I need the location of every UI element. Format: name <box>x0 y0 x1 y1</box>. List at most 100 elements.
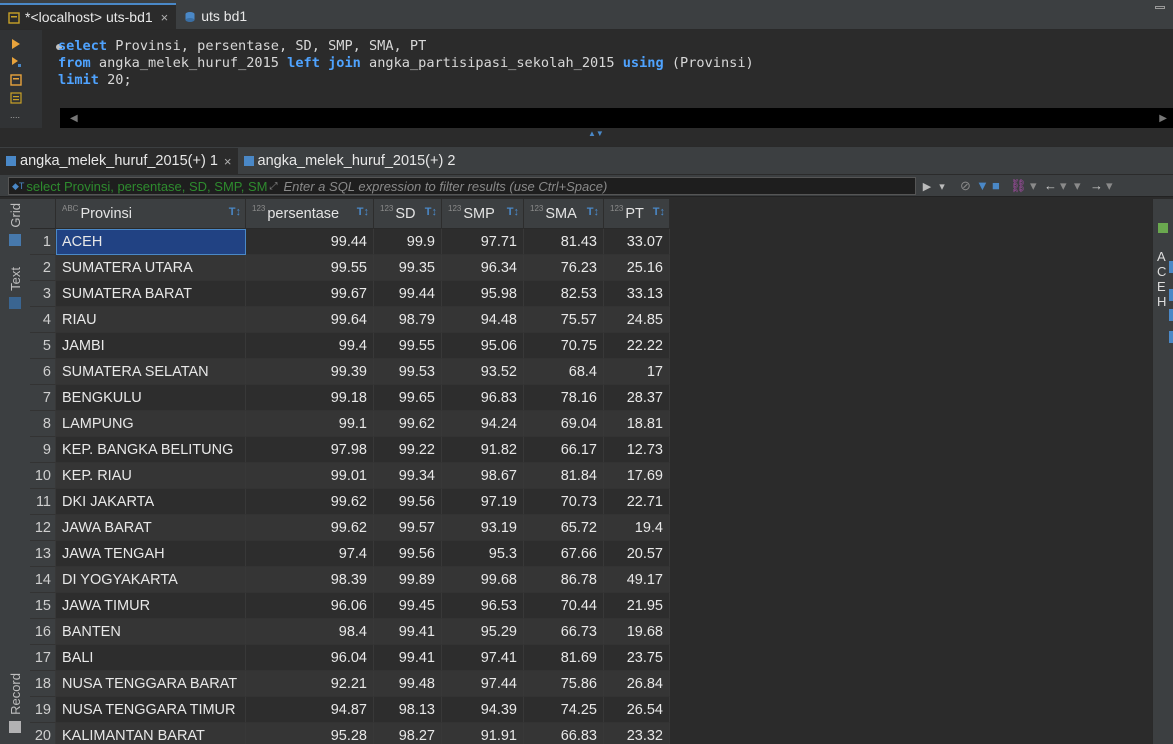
save-filter-icon[interactable]: ■ <box>992 178 1000 193</box>
cell-sd[interactable]: 98.79 <box>374 307 442 333</box>
cell-smp[interactable]: 95.3 <box>442 541 524 567</box>
column-header-persentase[interactable]: 123 persentase T↕ <box>246 199 374 229</box>
cell-provinsi[interactable]: KEP. RIAU <box>56 463 246 489</box>
cell-smp[interactable]: 99.68 <box>442 567 524 593</box>
back-icon[interactable]: ← <box>1044 178 1057 193</box>
table-row[interactable]: 1 ACEH 99.44 99.9 97.71 81.43 33.07 <box>30 229 1152 255</box>
cell-pt[interactable]: 12.73 <box>604 437 670 463</box>
link-icon[interactable]: ⛓ <box>1010 178 1027 194</box>
cell-persentase[interactable]: 99.62 <box>246 489 374 515</box>
tab-connection[interactable]: uts bd1 <box>176 3 255 29</box>
sql-code[interactable]: select Provinsi, persentase, SD, SMP, SM… <box>58 38 754 89</box>
cell-sma[interactable]: 75.57 <box>524 307 604 333</box>
cell-sd[interactable]: 99.44 <box>374 281 442 307</box>
table-row[interactable]: 7 BENGKULU 99.18 99.65 96.83 78.16 28.37 <box>30 385 1152 411</box>
forward-menu-icon[interactable]: ▾ <box>1074 178 1081 194</box>
column-header-sma[interactable]: 123 SMA T↕ <box>524 199 604 229</box>
more-menu-icon[interactable]: ▾ <box>1106 178 1113 194</box>
table-row[interactable]: 12 JAWA BARAT 99.62 99.57 93.19 65.72 19.4 <box>30 515 1152 541</box>
sql-editor[interactable]: .... select Provinsi, persentase, SD, SM… <box>0 30 1173 138</box>
tab-text[interactable]: Text <box>4 267 26 309</box>
cell-persentase[interactable]: 98.39 <box>246 567 374 593</box>
cell-pt[interactable]: 21.95 <box>604 593 670 619</box>
table-row[interactable]: 4 RIAU 99.64 98.79 94.48 75.57 24.85 <box>30 307 1152 333</box>
table-row[interactable]: 10 KEP. RIAU 99.01 99.34 98.67 81.84 17.69 <box>30 463 1152 489</box>
cell-sd[interactable]: 99.35 <box>374 255 442 281</box>
cell-sd[interactable]: 99.56 <box>374 489 442 515</box>
cell-provinsi[interactable]: BANTEN <box>56 619 246 645</box>
cell-sma[interactable]: 81.84 <box>524 463 604 489</box>
cell-persentase[interactable]: 97.4 <box>246 541 374 567</box>
results-grid[interactable]: 1 ACEH 99.44 99.9 97.71 81.43 33.07 2 SUMATERA U… <box>30 229 1152 744</box>
tab-result-2[interactable]: angka_melek_huruf_2015(+) 2 <box>238 148 462 174</box>
cell-sma[interactable]: 70.44 <box>524 593 604 619</box>
cell-pt[interactable]: 17.69 <box>604 463 670 489</box>
cell-pt[interactable]: 19.4 <box>604 515 670 541</box>
editor-results-splitter[interactable]: ▲▼ <box>0 128 1173 138</box>
cell-persentase[interactable]: 99.1 <box>246 411 374 437</box>
cell-persentase[interactable]: 94.87 <box>246 697 374 723</box>
table-row[interactable]: 11 DKI JAKARTA 99.62 99.56 97.19 70.73 22.71 <box>30 489 1152 515</box>
cell-provinsi[interactable]: SUMATERA SELATAN <box>56 359 246 385</box>
table-row[interactable]: 8 LAMPUNG 99.1 99.62 94.24 69.04 18.81 <box>30 411 1152 437</box>
panel-toggle-icon[interactable] <box>1158 223 1168 233</box>
cell-sma[interactable]: 68.4 <box>524 359 604 385</box>
cell-provinsi[interactable]: DI YOGYAKARTA <box>56 567 246 593</box>
cell-pt[interactable]: 33.13 <box>604 281 670 307</box>
code-line[interactable]: from angka_melek_huruf_2015 left join an… <box>58 55 754 72</box>
cell-pt[interactable]: 23.75 <box>604 645 670 671</box>
sort-icon[interactable]: T↕ <box>653 206 665 218</box>
cell-persentase[interactable]: 99.67 <box>246 281 374 307</box>
tab-record[interactable]: Record <box>4 673 26 733</box>
cell-smp[interactable]: 94.48 <box>442 307 524 333</box>
cell-provinsi[interactable]: DKI JAKARTA <box>56 489 246 515</box>
cell-smp[interactable]: 97.44 <box>442 671 524 697</box>
cell-sma[interactable]: 67.66 <box>524 541 604 567</box>
cell-sd[interactable]: 99.45 <box>374 593 442 619</box>
table-row[interactable]: 19 NUSA TENGGARA TIMUR 94.87 98.13 94.39 74.2… <box>30 697 1152 723</box>
sort-icon[interactable]: T↕ <box>229 206 241 218</box>
cell-pt[interactable]: 49.17 <box>604 567 670 593</box>
table-row[interactable]: 17 BALI 96.04 99.41 97.41 81.69 23.75 <box>30 645 1152 671</box>
minimize-icon[interactable] <box>1155 6 1165 9</box>
cell-provinsi[interactable]: KALIMANTAN BARAT <box>56 723 246 744</box>
back-menu-icon[interactable]: ▾ <box>1060 178 1067 194</box>
cell-pt[interactable]: 22.22 <box>604 333 670 359</box>
cell-pt[interactable]: 25.16 <box>604 255 670 281</box>
cell-provinsi[interactable]: JAMBI <box>56 333 246 359</box>
column-header-pt[interactable]: 123 PT T↕ <box>604 199 670 229</box>
cell-provinsi[interactable]: LAMPUNG <box>56 411 246 437</box>
cell-pt[interactable]: 26.84 <box>604 671 670 697</box>
cell-sd[interactable]: 99.57 <box>374 515 442 541</box>
cell-persentase[interactable]: 99.44 <box>246 229 374 255</box>
cell-smp[interactable]: 96.34 <box>442 255 524 281</box>
cell-smp[interactable]: 97.41 <box>442 645 524 671</box>
cell-sd[interactable]: 99.34 <box>374 463 442 489</box>
cell-provinsi[interactable]: RIAU <box>56 307 246 333</box>
forward-icon[interactable]: → <box>1090 178 1103 193</box>
sort-icon[interactable]: T↕ <box>587 206 599 218</box>
execute-script-icon[interactable] <box>10 56 22 68</box>
cell-pt[interactable]: 23.32 <box>604 723 670 744</box>
cell-sd[interactable]: 99.89 <box>374 567 442 593</box>
column-header-smp[interactable]: 123 SMP T↕ <box>442 199 524 229</box>
cell-smp[interactable]: 95.98 <box>442 281 524 307</box>
cell-persentase[interactable]: 95.28 <box>246 723 374 744</box>
cell-persentase[interactable]: 98.4 <box>246 619 374 645</box>
cell-sma[interactable]: 66.17 <box>524 437 604 463</box>
cell-sd[interactable]: 99.41 <box>374 645 442 671</box>
close-icon[interactable]: × <box>224 154 232 169</box>
execute-statement-icon[interactable] <box>10 38 22 50</box>
cell-sd[interactable]: 99.9 <box>374 229 442 255</box>
cell-provinsi[interactable]: JAWA BARAT <box>56 515 246 541</box>
table-row[interactable]: 18 NUSA TENGGARA BARAT 92.21 99.48 97.44 75.8… <box>30 671 1152 697</box>
table-row[interactable]: 15 JAWA TIMUR 96.06 99.45 96.53 70.44 21.95 <box>30 593 1152 619</box>
cell-pt[interactable]: 18.81 <box>604 411 670 437</box>
column-header-provinsi[interactable]: ABC Provinsi T↕ <box>56 199 246 229</box>
tab-grid[interactable]: Grid <box>4 203 26 246</box>
cell-provinsi[interactable]: NUSA TENGGARA TIMUR <box>56 697 246 723</box>
cell-smp[interactable]: 96.53 <box>442 593 524 619</box>
cell-provinsi[interactable]: NUSA TENGGARA BARAT <box>56 671 246 697</box>
cell-smp[interactable]: 93.19 <box>442 515 524 541</box>
cell-pt[interactable]: 17 <box>604 359 670 385</box>
